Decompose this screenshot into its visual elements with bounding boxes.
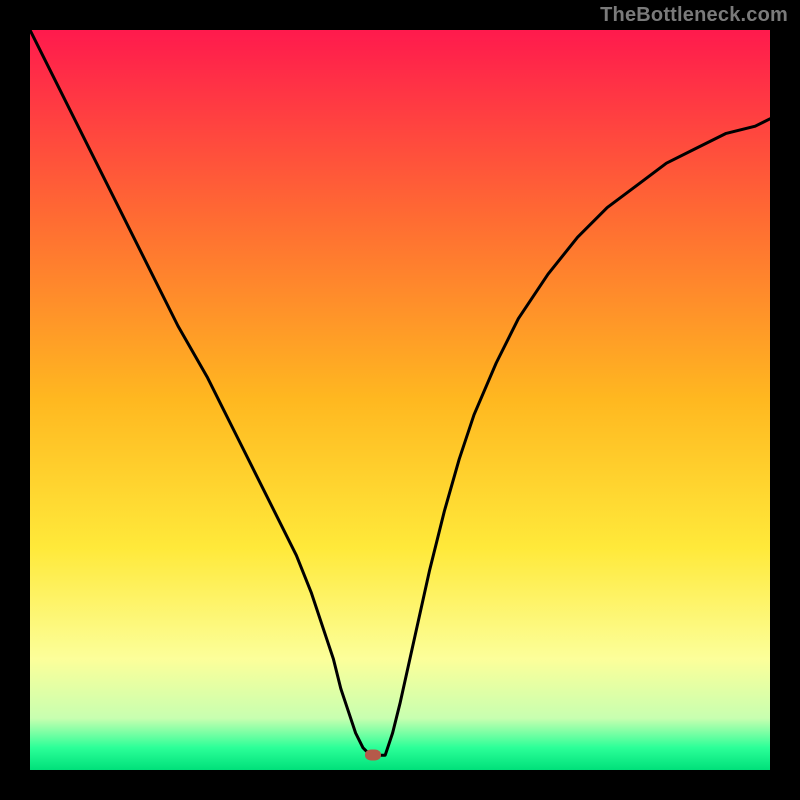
watermark-text: TheBottleneck.com — [600, 4, 788, 27]
chart-frame: TheBottleneck.com — [0, 0, 800, 800]
min-point-marker — [365, 750, 381, 761]
gradient-background — [30, 30, 770, 770]
plot-area — [30, 30, 770, 770]
